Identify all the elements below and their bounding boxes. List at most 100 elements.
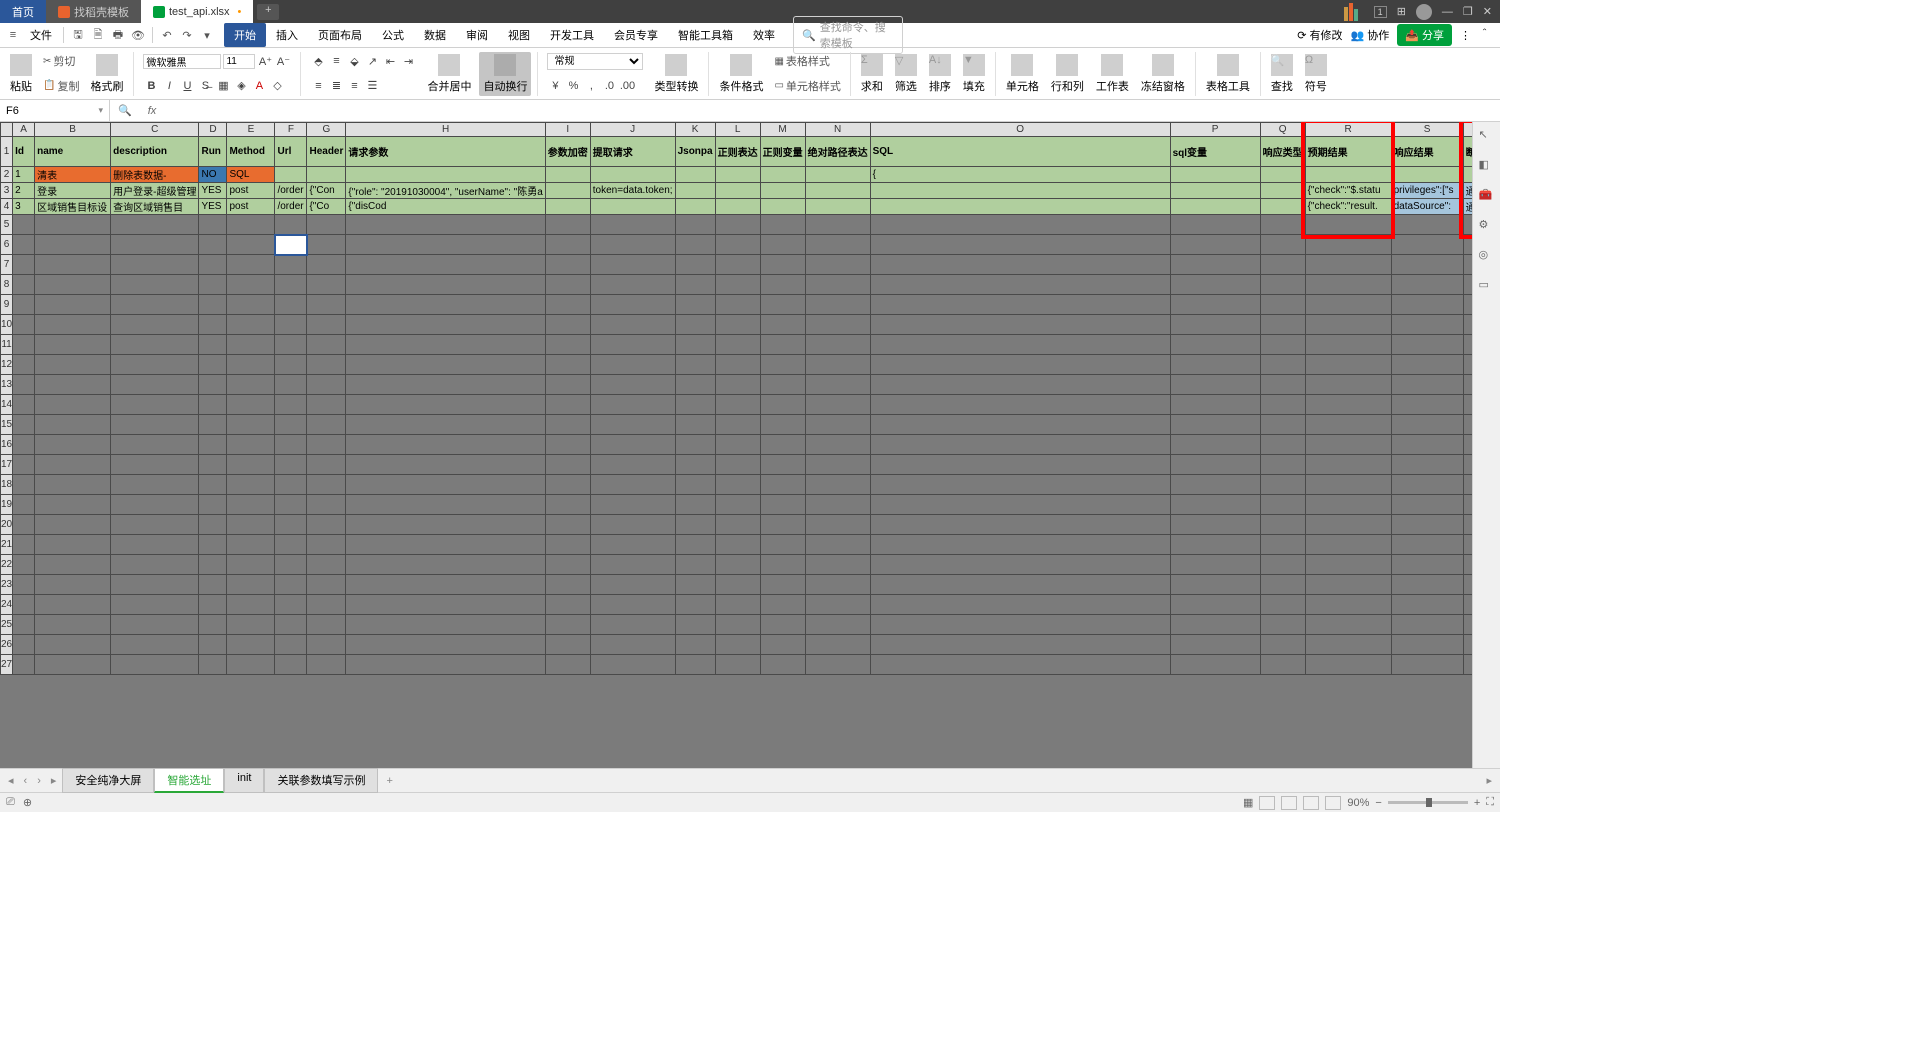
- cell-P20[interactable]: [1170, 515, 1260, 535]
- cell-C27[interactable]: [111, 655, 199, 675]
- cell-I9[interactable]: [545, 295, 590, 315]
- style-icon[interactable]: ◧: [1479, 158, 1495, 174]
- cell-B21[interactable]: [35, 535, 111, 555]
- row-header-24[interactable]: 24: [1, 595, 13, 615]
- cell-I26[interactable]: [545, 635, 590, 655]
- cell-I20[interactable]: [545, 515, 590, 535]
- cell-O21[interactable]: [870, 535, 1170, 555]
- cell-O10[interactable]: [870, 315, 1170, 335]
- copy-button[interactable]: 📋 复制: [43, 78, 79, 94]
- maximize-button[interactable]: ❐: [1463, 5, 1473, 18]
- row-header-11[interactable]: 11: [1, 335, 13, 355]
- changes-indicator[interactable]: ⟳ 有修改: [1297, 27, 1342, 43]
- cell-C9[interactable]: [111, 295, 199, 315]
- cell-E24[interactable]: [227, 595, 275, 615]
- cell-B8[interactable]: [35, 275, 111, 295]
- cell-Q18[interactable]: [1260, 475, 1305, 495]
- cell-F7[interactable]: [275, 255, 307, 275]
- cell-G9[interactable]: [307, 295, 346, 315]
- cell-I25[interactable]: [545, 615, 590, 635]
- cell-N14[interactable]: [805, 395, 870, 415]
- cell-C23[interactable]: [111, 575, 199, 595]
- cell-B24[interactable]: [35, 595, 111, 615]
- cell-K3[interactable]: [675, 183, 715, 199]
- settings-icon[interactable]: ⚙: [1479, 218, 1495, 234]
- cell-B6[interactable]: [35, 235, 111, 255]
- cell-B7[interactable]: [35, 255, 111, 275]
- cell-J23[interactable]: [590, 575, 675, 595]
- cell-B2[interactable]: 清表: [35, 167, 111, 183]
- cell-K20[interactable]: [675, 515, 715, 535]
- row-header-17[interactable]: 17: [1, 455, 13, 475]
- cell-Q21[interactable]: [1260, 535, 1305, 555]
- cell-N11[interactable]: [805, 335, 870, 355]
- cell-M9[interactable]: [760, 295, 805, 315]
- cell-S4[interactable]: dataSource":: [1391, 199, 1463, 215]
- cell-D14[interactable]: [199, 395, 227, 415]
- cell-H7[interactable]: [346, 255, 545, 275]
- cell-H26[interactable]: [346, 635, 545, 655]
- cell-I10[interactable]: [545, 315, 590, 335]
- cell-O9[interactable]: [870, 295, 1170, 315]
- col-header-C[interactable]: C: [111, 123, 199, 137]
- cell-T9[interactable]: [1463, 295, 1472, 315]
- cell-C2[interactable]: 删除表数据-: [111, 167, 199, 183]
- cell-F22[interactable]: [275, 555, 307, 575]
- cell-G26[interactable]: [307, 635, 346, 655]
- cell-H18[interactable]: [346, 475, 545, 495]
- cell-E25[interactable]: [227, 615, 275, 635]
- cell-R24[interactable]: [1305, 595, 1391, 615]
- cell-A16[interactable]: [13, 435, 35, 455]
- tablestyle-button[interactable]: ▦ 表格样式: [774, 53, 840, 69]
- cell-L17[interactable]: [715, 455, 760, 475]
- col-header-I[interactable]: I: [545, 123, 590, 137]
- cell-B14[interactable]: [35, 395, 111, 415]
- view-pagelayout-icon[interactable]: [1281, 796, 1297, 810]
- col-header-R[interactable]: R: [1305, 123, 1391, 137]
- typeconv-button[interactable]: 类型转换: [650, 52, 702, 96]
- cell-N21[interactable]: [805, 535, 870, 555]
- cell-M20[interactable]: [760, 515, 805, 535]
- row-header-6[interactable]: 6: [1, 235, 13, 255]
- cell-G16[interactable]: [307, 435, 346, 455]
- col-header-B[interactable]: B: [35, 123, 111, 137]
- cell-R10[interactable]: [1305, 315, 1391, 335]
- cell-J20[interactable]: [590, 515, 675, 535]
- cell-A6[interactable]: [13, 235, 35, 255]
- saveas-icon[interactable]: 🗎: [89, 26, 107, 44]
- cell-L24[interactable]: [715, 595, 760, 615]
- col-header-N[interactable]: N: [805, 123, 870, 137]
- cell-T16[interactable]: [1463, 435, 1472, 455]
- cell-S14[interactable]: [1391, 395, 1463, 415]
- cell-D18[interactable]: [199, 475, 227, 495]
- cell-B26[interactable]: [35, 635, 111, 655]
- cell-N27[interactable]: [805, 655, 870, 675]
- cell-J11[interactable]: [590, 335, 675, 355]
- cell-E22[interactable]: [227, 555, 275, 575]
- cell-P11[interactable]: [1170, 335, 1260, 355]
- cell-Q6[interactable]: [1260, 235, 1305, 255]
- cell-J25[interactable]: [590, 615, 675, 635]
- paste-button[interactable]: 粘贴: [6, 52, 36, 96]
- row-header-15[interactable]: 15: [1, 415, 13, 435]
- cell-S17[interactable]: [1391, 455, 1463, 475]
- cell-G10[interactable]: [307, 315, 346, 335]
- grid-icon[interactable]: ⊞: [1397, 5, 1406, 18]
- cell-Q11[interactable]: [1260, 335, 1305, 355]
- cell-G24[interactable]: [307, 595, 346, 615]
- cell-J6[interactable]: [590, 235, 675, 255]
- cell-R26[interactable]: [1305, 635, 1391, 655]
- cell-O18[interactable]: [870, 475, 1170, 495]
- cell-A26[interactable]: [13, 635, 35, 655]
- row-header-22[interactable]: 22: [1, 555, 13, 575]
- sort-button[interactable]: A↓排序: [925, 52, 955, 96]
- align-center-icon[interactable]: ≣: [328, 78, 344, 94]
- cell-A9[interactable]: [13, 295, 35, 315]
- cell-P22[interactable]: [1170, 555, 1260, 575]
- cell-C22[interactable]: [111, 555, 199, 575]
- cell-I16[interactable]: [545, 435, 590, 455]
- cell-H8[interactable]: [346, 275, 545, 295]
- zoom-out-button[interactable]: −: [1375, 797, 1381, 809]
- toolbox-icon[interactable]: 🧰: [1479, 188, 1495, 204]
- cell-L27[interactable]: [715, 655, 760, 675]
